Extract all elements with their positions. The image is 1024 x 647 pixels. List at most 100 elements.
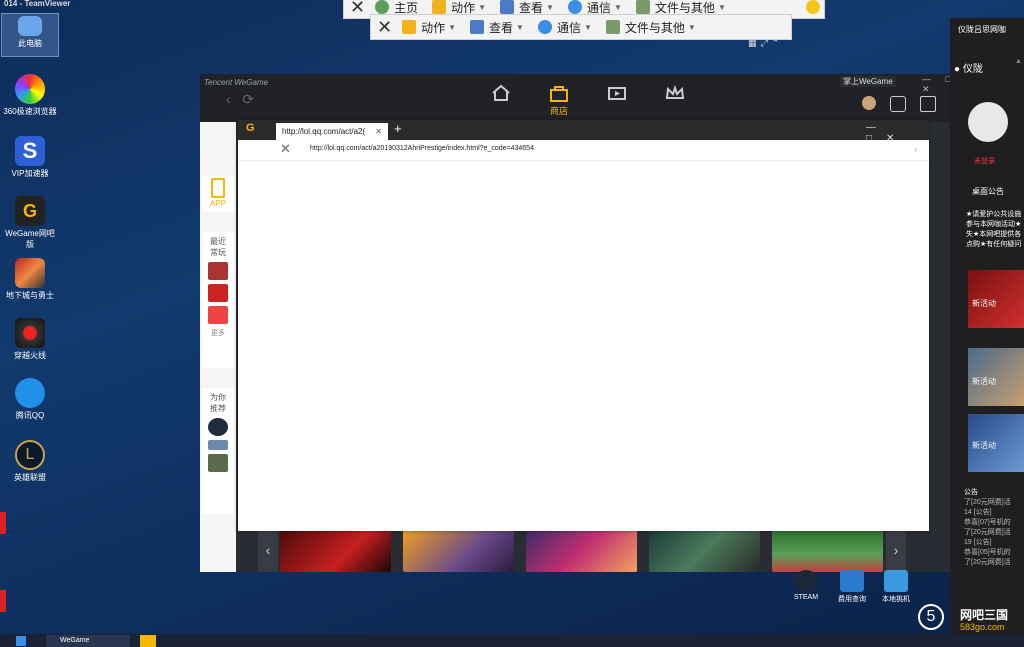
home-icon bbox=[492, 84, 510, 101]
activity-banner-label: 新活动 bbox=[972, 377, 996, 386]
location-label: 仪陇 bbox=[962, 64, 983, 75]
activity-banner[interactable]: 新活动 bbox=[968, 270, 1024, 328]
mobile-wegame-link[interactable]: 掌上WeGame bbox=[840, 76, 896, 87]
news-item: 19 [公告] bbox=[964, 539, 992, 546]
browser-tab[interactable]: http://lol.qq.com/act/a2( ✕ bbox=[276, 123, 388, 140]
desktop-icon-label: VIP加速器 bbox=[11, 169, 49, 178]
recommend-game-lol-icon[interactable] bbox=[208, 418, 228, 436]
user-avatar[interactable] bbox=[968, 102, 1008, 142]
video-icon bbox=[608, 87, 626, 100]
wegame-logo: Tencent WeGame bbox=[204, 78, 269, 87]
wegame-browser-logo-icon: G bbox=[246, 122, 255, 134]
brand-domain: 583go.com bbox=[960, 622, 1005, 632]
wegame-back-refresh[interactable]: ‹ ⟳ bbox=[226, 91, 254, 108]
desktop-icon-fee[interactable]: 费用查询 bbox=[832, 570, 872, 604]
new-tab-button[interactable]: + bbox=[394, 121, 402, 136]
toolbar2-action-label: 动作 bbox=[421, 20, 446, 35]
desktop-icon-label: 360极速浏览器 bbox=[3, 107, 57, 116]
home-icon bbox=[375, 0, 390, 14]
chevron-right-icon[interactable]: › bbox=[914, 144, 917, 154]
notice-text: ★请爱护公共设施参与本网咖活动★失★本网吧提供各点购★有任何疑问 bbox=[966, 211, 1022, 248]
taskbar-app-wegame[interactable]: WeGame bbox=[46, 635, 130, 647]
taskbar-wegame-icon[interactable] bbox=[140, 635, 156, 647]
nav-crown[interactable] bbox=[646, 82, 704, 117]
desktop-icon-local[interactable]: 本地挑机 bbox=[876, 570, 916, 604]
recommend-game-action-icon[interactable] bbox=[208, 454, 228, 472]
desktop-icon-steam[interactable]: STEAM bbox=[786, 570, 826, 601]
recent-game-dnf-icon[interactable] bbox=[208, 262, 228, 280]
panel-scroll-arrows[interactable]: ▲ bbox=[1015, 58, 1022, 65]
game-card[interactable] bbox=[280, 528, 391, 572]
desktop-icon-computer[interactable]: 此电脑 bbox=[1, 13, 59, 57]
recent-game-ni-icon[interactable] bbox=[208, 284, 228, 302]
desktop-icon-label: WeGame网吧版 bbox=[5, 229, 55, 249]
news-item: 了[20元网费]活 bbox=[964, 559, 1011, 566]
desktop-icon-label: 费用查询 bbox=[838, 596, 866, 603]
smiley-icon[interactable] bbox=[806, 0, 820, 14]
nav-store[interactable]: 商店 bbox=[530, 82, 588, 117]
mail-icon[interactable] bbox=[920, 96, 936, 112]
url-field[interactable]: http://lol.qq.com/act/a20190312AhriPrest… bbox=[310, 145, 534, 152]
close-tab-icon[interactable]: ✕ bbox=[375, 123, 382, 140]
desktop-icon-label: STEAM bbox=[793, 594, 819, 601]
desktop-icon-lol[interactable]: L 英雄联盟 bbox=[2, 440, 58, 483]
teamviewer-toolbar-secondary: ✕ 动作 ▼ 查看 ▼ 通信 ▼ 文件与其他 ▼ bbox=[370, 14, 792, 40]
close-icon[interactable]: ✕ bbox=[377, 17, 392, 38]
sidebar-app[interactable]: APP bbox=[202, 176, 234, 212]
desktop-icon-cf[interactable]: 穿越火线 bbox=[2, 318, 58, 361]
dnf-icon bbox=[15, 258, 45, 288]
sidebar-recommend-label: 为你推荐 bbox=[210, 393, 226, 413]
computer-icon bbox=[18, 16, 42, 36]
browser-popup-window: G http://lol.qq.com/act/a2( ✕ + —□✕ ✕ ht… bbox=[238, 120, 929, 531]
activity-banner-label: 新活动 bbox=[972, 441, 996, 450]
toolbar2-comm-label: 通信 bbox=[556, 20, 581, 35]
brand-name: 网吧三国 bbox=[960, 608, 1009, 622]
recent-game-dnf2-icon[interactable] bbox=[208, 306, 228, 324]
browser-tab-title: http://lol.qq.com/act/a2( bbox=[282, 127, 366, 136]
game-card[interactable] bbox=[403, 528, 514, 572]
desktop-icon-qq[interactable]: 腾讯QQ bbox=[2, 378, 58, 421]
strip-next-button[interactable]: › bbox=[886, 528, 906, 572]
strip-prev-button[interactable]: ‹ bbox=[258, 528, 278, 572]
desktop-icon-vip[interactable]: S VIP加速器 bbox=[2, 136, 58, 179]
game-card[interactable] bbox=[772, 528, 883, 572]
netcafe-side-panel: 仪陇吕思网咖 ● 仪陇 ▲ 未登录 桌面公告 ★请爱护公共设施参与本网咖活动★失… bbox=[950, 18, 1024, 640]
nav-home[interactable] bbox=[472, 82, 530, 117]
wegame-main-nav: 商店 bbox=[472, 82, 704, 117]
teamviewer-title: 014 - TeamViewer bbox=[4, 0, 71, 8]
desktop-icon-360[interactable]: 360极速浏览器 bbox=[2, 74, 58, 117]
browser-address-bar: ✕ http://lol.qq.com/act/a20190312AhriPre… bbox=[238, 140, 929, 161]
windows-start-icon[interactable] bbox=[16, 636, 26, 646]
close-icon[interactable]: ✕ bbox=[350, 0, 365, 18]
sidebar-recommend: 为你推荐 bbox=[202, 388, 234, 514]
desktop-icon-dnf[interactable]: 地下城与勇士 bbox=[2, 258, 58, 301]
toolbar2-comm[interactable]: 通信 ▼ bbox=[537, 19, 592, 36]
recommend-game-mountain-icon[interactable] bbox=[208, 440, 228, 450]
toolbar-mini-controls[interactable]: ▦⤢⌃ bbox=[748, 38, 783, 49]
desktop-icon-wegame[interactable]: G WeGame网吧版 bbox=[2, 196, 58, 250]
game-card[interactable] bbox=[526, 528, 637, 572]
login-status[interactable]: 未登录 bbox=[974, 156, 995, 166]
sidebar-recent-label: 最近常玩 bbox=[210, 237, 226, 257]
activity-banner[interactable]: 新活动 bbox=[968, 348, 1024, 406]
brand-number-logo: 5 bbox=[918, 604, 944, 630]
toolbar2-files[interactable]: 文件与其他 ▼ bbox=[605, 19, 696, 36]
desktop-icon-label: 英雄联盟 bbox=[14, 473, 46, 482]
toolbar2-action[interactable]: 动作 ▼ bbox=[402, 19, 456, 36]
browser-360-icon bbox=[15, 74, 45, 104]
game-card[interactable] bbox=[649, 528, 760, 572]
toolbar2-view[interactable]: 查看 ▼ bbox=[470, 19, 524, 36]
crown-icon bbox=[665, 84, 685, 99]
location: ● 仪陇 bbox=[954, 60, 983, 75]
notice-header: 桌面公告 bbox=[972, 187, 1004, 196]
user-avatar-icon[interactable] bbox=[862, 96, 876, 110]
nav-store-label: 商店 bbox=[549, 106, 568, 116]
chat-icon[interactable] bbox=[890, 96, 906, 112]
wegame-sidebar: APP 最近常玩 更多 为你推荐 bbox=[200, 122, 236, 572]
close-icon[interactable]: ✕ bbox=[280, 141, 291, 157]
store-bag-icon bbox=[550, 86, 568, 102]
activity-banner[interactable]: 新活动 bbox=[968, 414, 1024, 472]
sidebar-more-link[interactable]: 更多 bbox=[202, 328, 234, 338]
phone-app-icon bbox=[211, 178, 225, 198]
nav-video[interactable] bbox=[588, 82, 646, 117]
